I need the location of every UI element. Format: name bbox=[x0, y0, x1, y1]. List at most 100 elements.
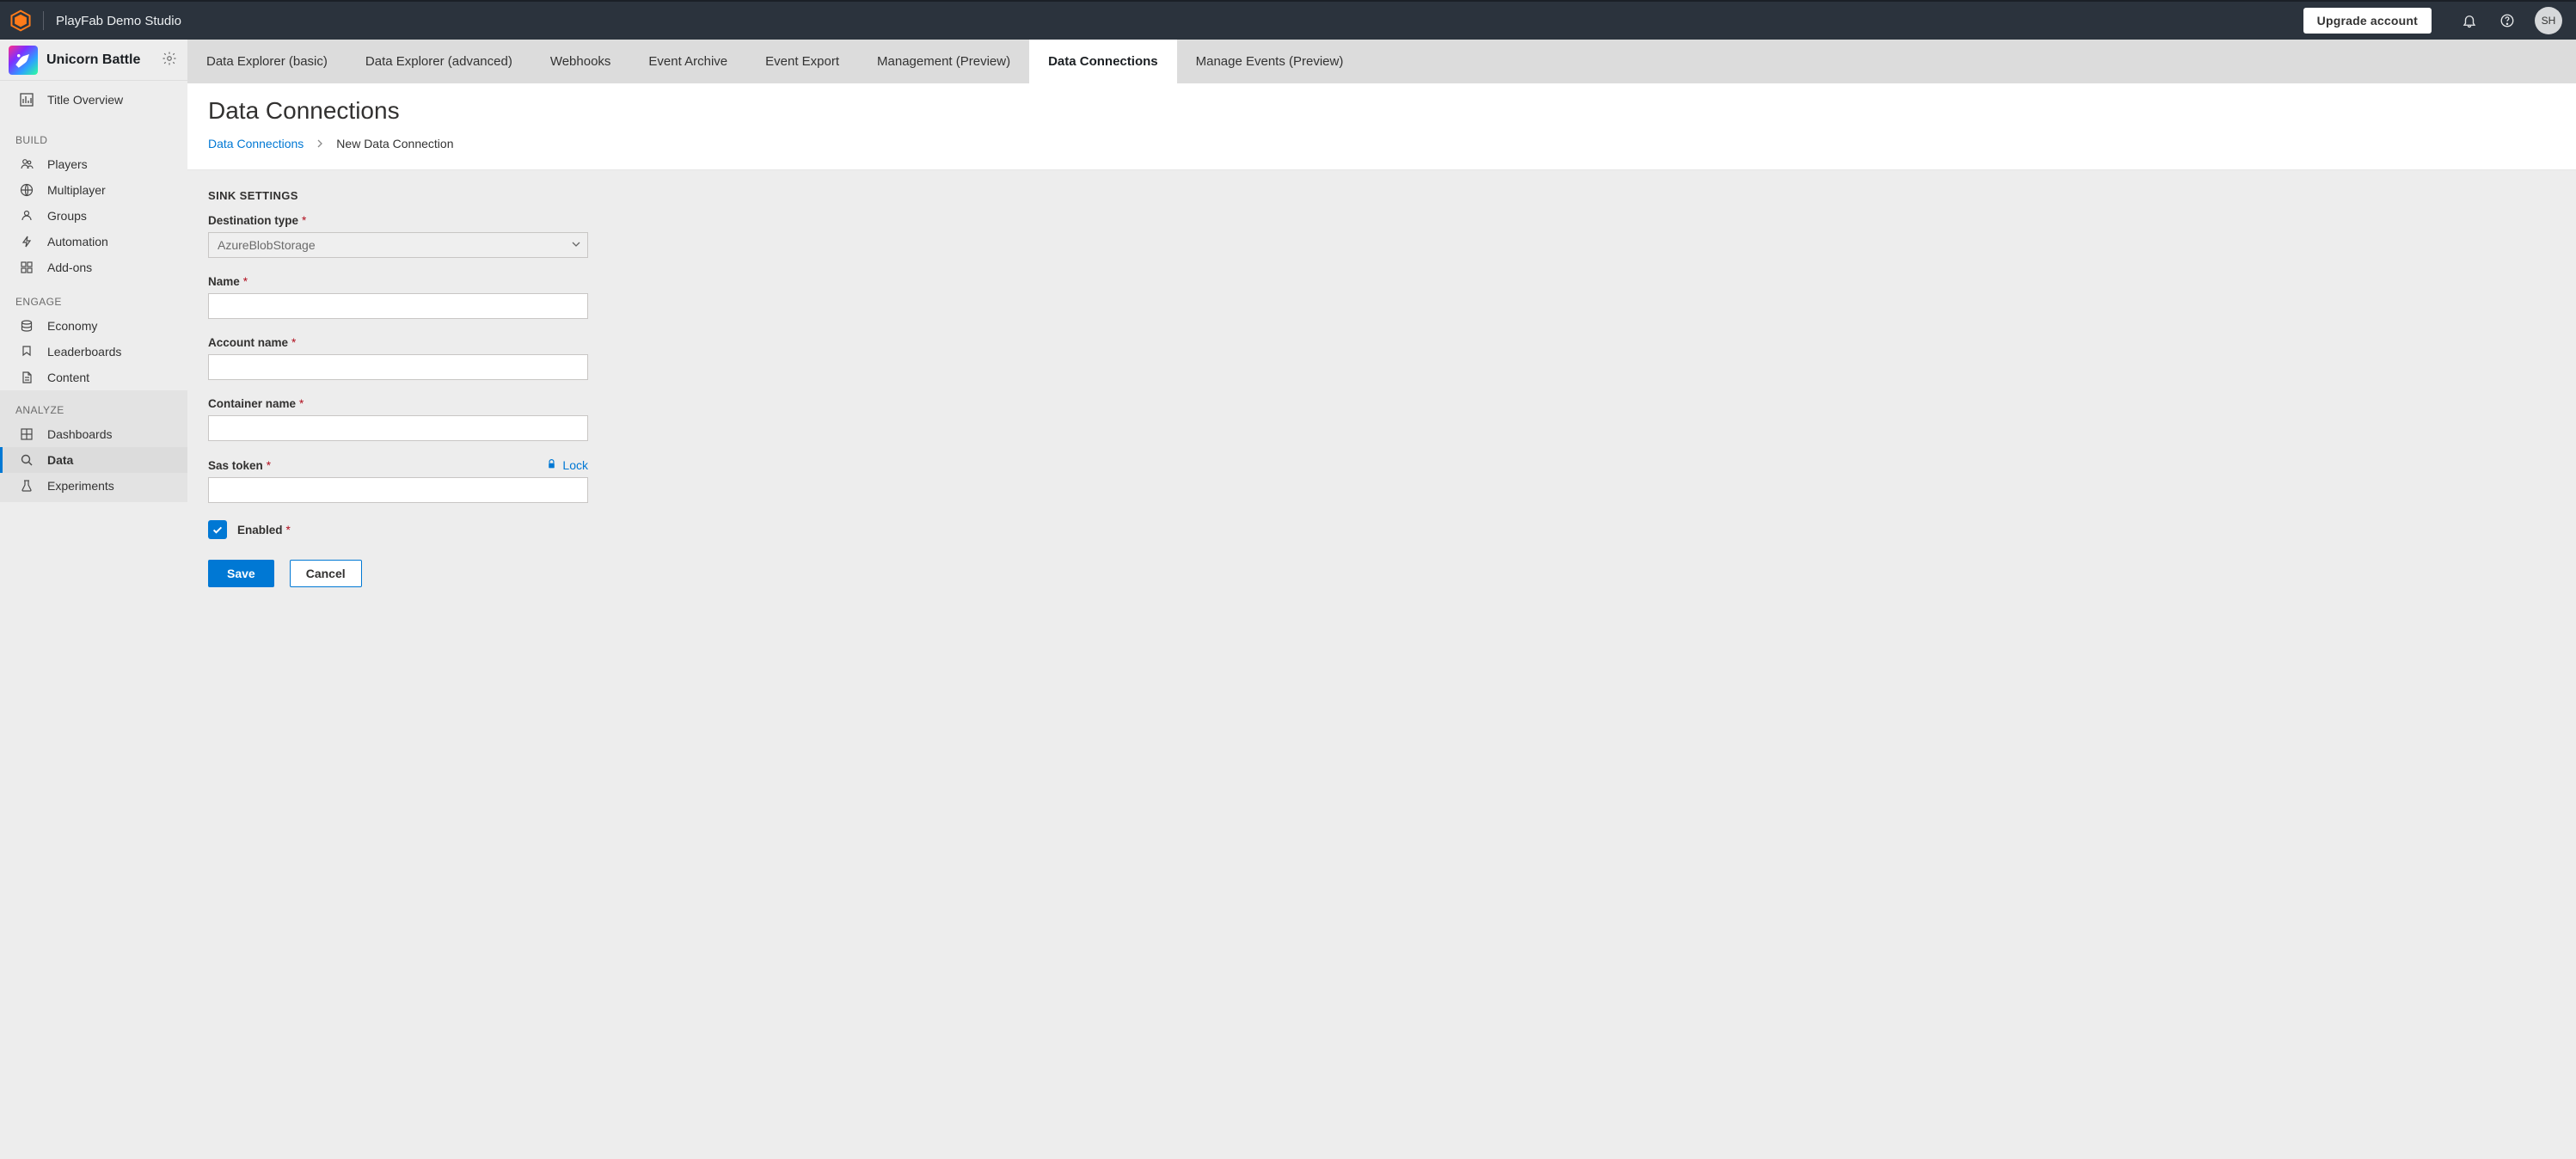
sidebar-item-label: Content bbox=[47, 371, 89, 384]
topbar: PlayFab Demo Studio Upgrade account SH bbox=[0, 0, 2576, 40]
required-indicator: * bbox=[299, 397, 304, 410]
tab-data-connections[interactable]: Data Connections bbox=[1029, 40, 1177, 83]
sidebar-item-content[interactable]: Content bbox=[0, 365, 187, 390]
sidebar-item-label: Players bbox=[47, 157, 88, 171]
sidebar-item-players[interactable]: Players bbox=[0, 151, 187, 177]
avatar[interactable]: SH bbox=[2535, 7, 2562, 34]
tab-data-explorer-advanced[interactable]: Data Explorer (advanced) bbox=[347, 40, 531, 83]
upgrade-account-button[interactable]: Upgrade account bbox=[2303, 8, 2432, 34]
sidebar-item-label: Dashboards bbox=[47, 427, 113, 441]
main-content: Data Explorer (basic) Data Explorer (adv… bbox=[187, 40, 2576, 1159]
name-input[interactable] bbox=[208, 293, 588, 319]
sidebar-item-label: Multiplayer bbox=[47, 183, 106, 197]
sidebar-item-multiplayer[interactable]: Multiplayer bbox=[0, 177, 187, 203]
sidebar-item-label: Groups bbox=[47, 209, 87, 223]
enabled-checkbox[interactable] bbox=[208, 520, 227, 539]
studio-name[interactable]: PlayFab Demo Studio bbox=[56, 14, 181, 28]
sidebar-item-label: Add-ons bbox=[47, 261, 92, 274]
tab-manage-events-preview[interactable]: Manage Events (Preview) bbox=[1177, 40, 1363, 83]
account-name-input[interactable] bbox=[208, 354, 588, 380]
groups-icon bbox=[19, 209, 34, 223]
section-label-build: BUILD bbox=[0, 119, 187, 151]
lock-link[interactable]: Lock bbox=[546, 458, 588, 472]
section-title: SINK SETTINGS bbox=[208, 189, 2555, 202]
title-header: Unicorn Battle bbox=[0, 40, 187, 81]
required-indicator: * bbox=[243, 275, 248, 288]
tab-management-preview[interactable]: Management (Preview) bbox=[858, 40, 1029, 83]
container-name-label: Container name bbox=[208, 397, 296, 410]
name-label: Name bbox=[208, 275, 240, 288]
sas-token-label: Sas token bbox=[208, 459, 263, 472]
field-container-name: Container name* bbox=[208, 397, 588, 441]
sidebar-item-dashboards[interactable]: Dashboards bbox=[0, 421, 187, 447]
sidebar-item-label: Data bbox=[47, 453, 73, 467]
automation-icon bbox=[19, 235, 34, 248]
breadcrumb-current: New Data Connection bbox=[336, 137, 453, 150]
sidebar-item-label: Experiments bbox=[47, 479, 114, 493]
cancel-button[interactable]: Cancel bbox=[290, 560, 362, 587]
save-button[interactable]: Save bbox=[208, 560, 274, 587]
sidebar-item-label: Automation bbox=[47, 235, 108, 248]
destination-type-select[interactable] bbox=[208, 232, 588, 258]
field-enabled: Enabled* bbox=[208, 520, 2555, 539]
field-name: Name* bbox=[208, 275, 588, 319]
overview-icon bbox=[19, 93, 34, 107]
field-sas-token: Sas token * Lock bbox=[208, 458, 588, 503]
form-area: SINK SETTINGS Destination type* Name* Ac… bbox=[187, 170, 2576, 622]
field-account-name: Account name* bbox=[208, 336, 588, 380]
sidebar-item-automation[interactable]: Automation bbox=[0, 229, 187, 254]
sidebar: Unicorn Battle Title Overview BUILD Play… bbox=[0, 40, 187, 1159]
required-indicator: * bbox=[302, 214, 306, 227]
tab-event-archive[interactable]: Event Archive bbox=[629, 40, 746, 83]
topbar-divider bbox=[43, 11, 44, 30]
dashboards-icon bbox=[19, 427, 34, 441]
players-icon bbox=[19, 157, 34, 171]
tab-data-explorer-basic[interactable]: Data Explorer (basic) bbox=[187, 40, 347, 83]
addons-icon bbox=[19, 261, 34, 274]
experiments-icon bbox=[19, 479, 34, 493]
destination-type-label: Destination type bbox=[208, 214, 298, 227]
form-actions: Save Cancel bbox=[208, 560, 2555, 587]
multiplayer-icon bbox=[19, 183, 34, 197]
content-icon bbox=[19, 371, 34, 384]
account-name-label: Account name bbox=[208, 336, 288, 349]
sidebar-item-experiments[interactable]: Experiments bbox=[0, 473, 187, 499]
data-icon bbox=[19, 453, 34, 467]
breadcrumb-link[interactable]: Data Connections bbox=[208, 137, 304, 150]
chevron-right-icon bbox=[316, 137, 324, 150]
required-indicator: * bbox=[267, 459, 271, 472]
game-title[interactable]: Unicorn Battle bbox=[46, 52, 162, 68]
tabs: Data Explorer (basic) Data Explorer (adv… bbox=[187, 40, 2576, 83]
container-name-input[interactable] bbox=[208, 415, 588, 441]
enabled-label: Enabled bbox=[237, 524, 283, 537]
sidebar-item-data[interactable]: Data bbox=[0, 447, 187, 473]
sidebar-item-label: Title Overview bbox=[47, 93, 123, 107]
field-destination-type: Destination type * bbox=[208, 214, 588, 258]
economy-icon bbox=[19, 319, 34, 333]
notifications-icon[interactable] bbox=[2459, 10, 2480, 31]
help-icon[interactable] bbox=[2497, 10, 2518, 31]
game-icon[interactable] bbox=[9, 46, 38, 75]
page-title: Data Connections bbox=[208, 97, 2555, 125]
required-indicator: * bbox=[286, 524, 291, 537]
required-indicator: * bbox=[291, 336, 296, 349]
sidebar-item-economy[interactable]: Economy bbox=[0, 313, 187, 339]
sidebar-item-addons[interactable]: Add-ons bbox=[0, 254, 187, 280]
lock-label: Lock bbox=[562, 458, 588, 472]
breadcrumb: Data Connections New Data Connection bbox=[208, 137, 2555, 150]
leaderboards-icon bbox=[19, 345, 34, 359]
sidebar-item-title-overview[interactable]: Title Overview bbox=[0, 81, 187, 119]
playfab-logo[interactable] bbox=[9, 9, 33, 33]
tab-event-export[interactable]: Event Export bbox=[746, 40, 858, 83]
tab-webhooks[interactable]: Webhooks bbox=[531, 40, 630, 83]
sidebar-item-groups[interactable]: Groups bbox=[0, 203, 187, 229]
page-header: Data Connections Data Connections New Da… bbox=[187, 83, 2576, 170]
sidebar-item-leaderboards[interactable]: Leaderboards bbox=[0, 339, 187, 365]
section-label-analyze: ANALYZE bbox=[0, 390, 187, 421]
lock-icon bbox=[546, 458, 557, 472]
gear-icon[interactable] bbox=[162, 51, 177, 69]
sidebar-item-label: Economy bbox=[47, 319, 97, 333]
sidebar-item-label: Leaderboards bbox=[47, 345, 121, 359]
sas-token-input[interactable] bbox=[208, 477, 588, 503]
section-label-engage: ENGAGE bbox=[0, 280, 187, 313]
